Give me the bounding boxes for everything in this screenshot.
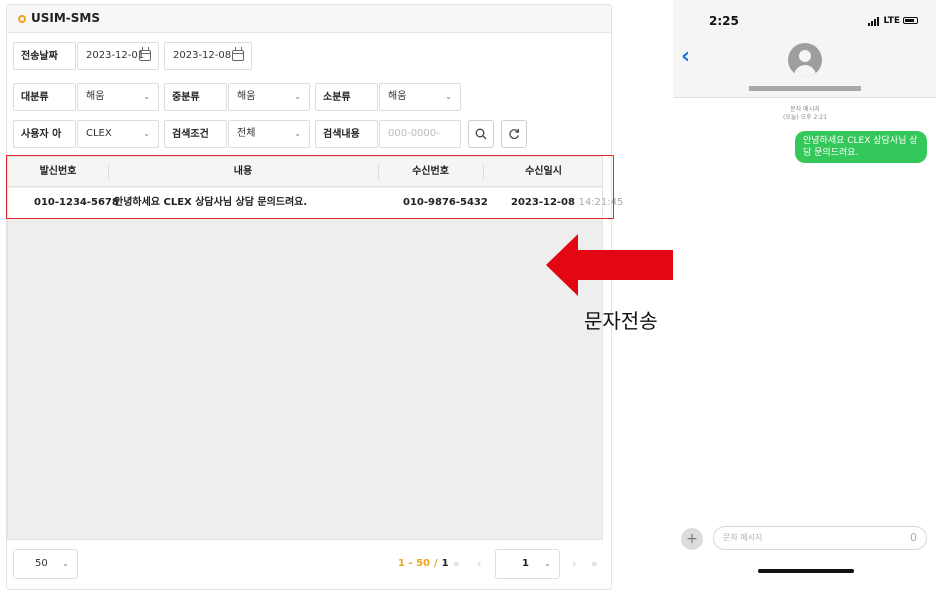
- minor-category-label: 소분류: [315, 83, 378, 111]
- chevron-down-icon: ⌄: [143, 129, 150, 138]
- chevron-down-icon: ⌄: [294, 129, 301, 138]
- first-page-icon[interactable]: «: [453, 556, 460, 572]
- cell-date: 2023-12-08 14:21:45: [511, 188, 623, 218]
- major-category-label: 대분류: [13, 83, 76, 111]
- battery-icon: [903, 17, 918, 24]
- cell-receiver: 010-9876-5432: [403, 197, 488, 208]
- sms-table: 발신번호 내용 수신번호 수신일시 010-1234-5678 안녕하세요 CL…: [7, 156, 623, 540]
- user-id-label: 사용자 아이디: [13, 120, 76, 168]
- user-id-select[interactable]: CLEX ⌄: [77, 120, 159, 148]
- search-condition-label: 검색조건: [164, 120, 227, 148]
- network-label: LTE: [883, 16, 900, 26]
- back-chevron-icon[interactable]: ‹: [681, 46, 690, 68]
- search-content-label: 검색내용: [315, 120, 378, 148]
- search-condition-value: 전체: [237, 128, 256, 139]
- middle-category-label: 중분류: [164, 83, 227, 111]
- page-size-select[interactable]: 50 ⌄: [13, 549, 78, 579]
- cell-date-time: 14:21:45: [578, 197, 624, 208]
- chevron-down-icon: ⌄: [445, 92, 452, 101]
- message-meta-time: (오늘) 오후 2:21: [782, 114, 828, 121]
- signal-icon: [868, 16, 880, 26]
- minor-category-value: 해움: [388, 91, 407, 102]
- page-number-select[interactable]: 1 ⌄: [495, 549, 560, 579]
- chevron-down-icon: ⌄: [544, 559, 551, 568]
- search-condition-select[interactable]: 전체 ⌄: [228, 120, 310, 148]
- user-id-value: CLEX: [86, 128, 112, 139]
- chevron-down-icon: ⌄: [62, 559, 69, 568]
- contact-avatar[interactable]: [788, 43, 822, 77]
- calendar-icon[interactable]: [139, 47, 151, 61]
- prev-page-icon[interactable]: ‹: [477, 556, 481, 572]
- microphone-icon[interactable]: [911, 533, 916, 541]
- chevron-down-icon: ⌄: [143, 92, 150, 101]
- date-from-field[interactable]: 2023-12-01: [77, 42, 159, 70]
- column-header-receiver: 수신번호: [412, 166, 449, 177]
- contact-name-redacted: [749, 86, 861, 91]
- title-dot-icon: [18, 15, 26, 23]
- column-header-date: 수신일시: [525, 166, 562, 177]
- refresh-button[interactable]: [501, 120, 527, 148]
- pagination-range: 1 - 50: [398, 558, 430, 569]
- cell-content: 안녕하세요 CLEX 상담사님 상담 문의드려요.: [114, 197, 308, 208]
- panel-title: USIM-SMS: [31, 11, 100, 25]
- pagination-info: 1 - 50 /1: [398, 556, 449, 572]
- avatar-body: [794, 65, 816, 77]
- major-category-value: 해움: [86, 91, 105, 102]
- arrow-caption: 문자전송: [584, 309, 658, 333]
- phone-header: 2:25 LTE ‹: [673, 0, 936, 98]
- date-to-field[interactable]: 2023-12-08: [164, 42, 252, 70]
- middle-category-value: 해움: [237, 91, 256, 102]
- home-indicator: [758, 569, 854, 573]
- avatar-head: [799, 50, 811, 62]
- send-date-label: 전송날짜: [13, 42, 76, 70]
- pagination-separator: /: [434, 558, 438, 569]
- status-time: 2:25: [709, 14, 739, 28]
- message-meta: 문자 메시지 (오늘) 오후 2:21: [761, 106, 849, 122]
- compose-placeholder: 문자 메시지: [723, 533, 763, 542]
- column-header-sender: 발신번호: [39, 166, 77, 177]
- cell-date-day: 2023-12-08: [511, 197, 575, 208]
- date-to-value: 2023-12-08: [173, 50, 232, 61]
- middle-category-select[interactable]: 해움 ⌄: [228, 83, 310, 111]
- refresh-icon: [509, 128, 520, 139]
- search-content-input[interactable]: 000-0000-0000: [379, 120, 461, 165]
- message-compose-input[interactable]: 문자 메시지: [713, 526, 927, 550]
- last-page-icon[interactable]: »: [591, 556, 598, 572]
- page-number-value: 1: [522, 558, 529, 569]
- page-size-value: 50: [35, 558, 48, 569]
- phone-screen: 2:25 LTE ‹ 문자 메시지 (오늘) 오후 2:21 안녕하세요 CLE…: [673, 0, 936, 598]
- chevron-down-icon: ⌄: [294, 92, 301, 101]
- search-icon: [475, 128, 487, 139]
- table-row[interactable]: 010-1234-5678 안녕하세요 CLEX 상담사님 상담 문의드려요. …: [8, 188, 623, 218]
- minor-category-select[interactable]: 해움 ⌄: [379, 83, 461, 111]
- search-button[interactable]: [468, 120, 494, 148]
- table-header: 발신번호 내용 수신번호 수신일시: [8, 157, 602, 187]
- status-bar: LTE: [868, 16, 918, 26]
- message-meta-type: 문자 메시지: [790, 106, 820, 113]
- date-from-value: 2023-12-01: [86, 50, 145, 61]
- calendar-icon[interactable]: [232, 47, 244, 61]
- major-category-select[interactable]: 해움 ⌄: [77, 83, 159, 111]
- pagination-total: 1: [441, 558, 449, 569]
- column-header-content: 내용: [233, 166, 253, 177]
- next-page-icon[interactable]: ›: [572, 556, 576, 572]
- message-bubble[interactable]: 안녕하세요 CLEX 상담사님 상담 문의드려요.: [795, 131, 927, 163]
- panel-header: USIM-SMS: [7, 5, 611, 33]
- plus-icon[interactable]: +: [681, 528, 703, 550]
- cell-sender: 010-1234-5678: [34, 197, 119, 208]
